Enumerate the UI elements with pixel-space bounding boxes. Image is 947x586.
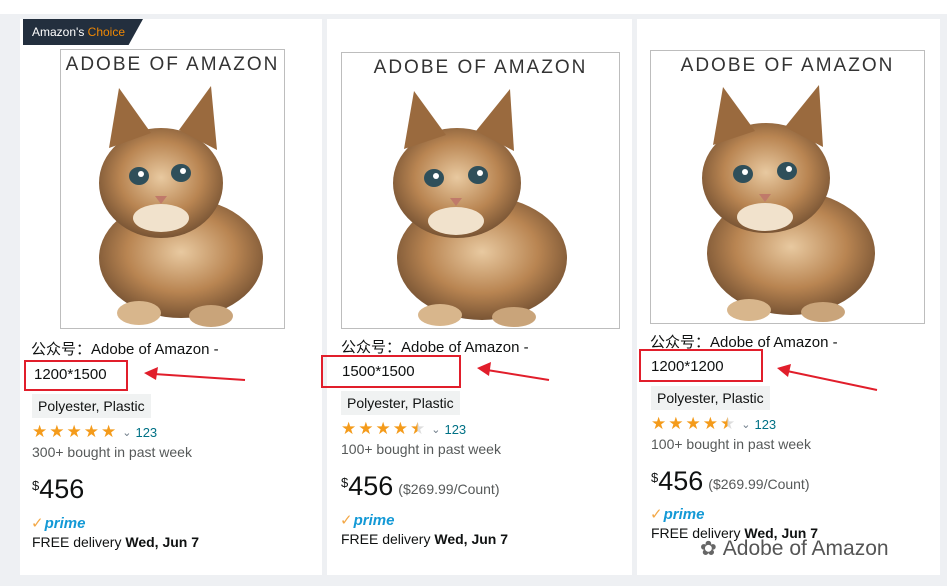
unit-price: ($269.99/Count) <box>398 481 500 497</box>
product-image[interactable]: ADOBE OF AMAZON <box>650 50 925 324</box>
rating-count-link[interactable]: 123 <box>135 425 157 440</box>
star-icon: ★ <box>651 414 667 433</box>
price[interactable]: $ 456 ($269.99/Count) <box>651 466 809 496</box>
image-brand-text: ADOBE OF AMAZON <box>65 54 280 75</box>
material-badge[interactable]: Polyester, Plastic <box>32 394 151 418</box>
price[interactable]: $ 456 <box>32 474 84 504</box>
prime-label: prime <box>353 511 395 529</box>
star-half-icon: ★ <box>410 419 426 438</box>
rating-count-link[interactable]: 123 <box>444 422 466 437</box>
rating-stars[interactable]: ★ ★ ★ ★ ★ ⌄ 123 <box>341 420 466 438</box>
prime-label: prime <box>44 514 86 532</box>
check-icon: ✓ <box>340 512 353 529</box>
prime-badge: ✓ prime <box>31 514 86 533</box>
rating-count-link[interactable]: 123 <box>754 417 776 432</box>
price-amount: 456 <box>39 474 85 504</box>
amazons-choice-badge[interactable]: Amazon's Choice <box>23 19 143 45</box>
star-icon: ★ <box>83 422 99 441</box>
currency-symbol: $ <box>32 478 40 493</box>
image-brand-text: ADOBE OF AMAZON <box>373 57 588 78</box>
chevron-down-icon[interactable]: ⌄ <box>431 423 440 436</box>
bought-text: 100+ bought in past week <box>651 436 811 452</box>
bought-text: 100+ bought in past week <box>341 441 501 457</box>
rating-stars[interactable]: ★ ★ ★ ★ ★ ⌄ 123 <box>651 415 776 433</box>
product-grid: ADOBE OF AMAZON 公众号：Adobe of Amazon - 12… <box>0 0 947 586</box>
delivery-date: Wed, Jun 7 <box>434 531 509 547</box>
product-image[interactable]: ADOBE OF AMAZON <box>60 49 285 329</box>
image-brand-text: ADOBE OF AMAZON <box>680 55 895 76</box>
price-amount: 456 <box>348 471 394 501</box>
delivery-info: FREE delivery Wed, Jun 7 <box>32 534 199 550</box>
price[interactable]: $ 456 ($269.99/Count) <box>341 471 499 501</box>
size-highlight-box <box>639 349 763 382</box>
currency-symbol: $ <box>651 470 659 485</box>
prime-badge: ✓ prime <box>340 511 395 530</box>
delivery-date: Wed, Jun 7 <box>125 534 200 550</box>
product-image[interactable]: ADOBE OF AMAZON <box>341 52 620 329</box>
product-card-1[interactable]: ADOBE OF AMAZON 公众号：Adobe of Amazon - 12… <box>20 19 322 575</box>
material-badge[interactable]: Polyester, Plastic <box>651 386 770 410</box>
delivery-label: FREE delivery <box>32 534 122 550</box>
prime-label: prime <box>663 505 705 523</box>
rating-stars[interactable]: ★ ★ ★ ★ ★ ⌄ 123 <box>32 423 157 441</box>
unit-price: ($269.99/Count) <box>708 476 810 492</box>
star-icon: ★ <box>101 422 117 441</box>
price-amount: 456 <box>658 466 704 496</box>
size-highlight-box <box>24 360 128 391</box>
star-icon: ★ <box>66 422 82 441</box>
star-icon: ★ <box>392 419 408 438</box>
annotation-arrow-icon <box>144 367 246 381</box>
watermark-text: Adobe of Amazon <box>722 536 889 560</box>
star-icon: ★ <box>668 414 684 433</box>
watermark: ✿ Adobe of Amazon <box>700 536 889 561</box>
star-icon: ★ <box>49 422 65 441</box>
star-icon: ★ <box>702 414 718 433</box>
wechat-icon: ✿ <box>700 538 717 560</box>
chevron-down-icon[interactable]: ⌄ <box>741 418 750 431</box>
product-title[interactable]: 公众号：Adobe of Amazon - <box>31 339 219 361</box>
star-icon: ★ <box>375 419 391 438</box>
kitten-image <box>99 86 263 327</box>
star-icon: ★ <box>358 419 374 438</box>
kitten-image <box>702 85 875 322</box>
kitten-image <box>393 89 567 327</box>
size-highlight-box <box>321 355 461 388</box>
check-icon: ✓ <box>31 515 44 532</box>
delivery-info: FREE delivery Wed, Jun 7 <box>341 531 508 547</box>
product-card-3[interactable]: ADOBE OF AMAZON 公众号：Adobe of Amazon - 12… <box>637 19 940 575</box>
star-icon: ★ <box>685 414 701 433</box>
bought-text: 300+ bought in past week <box>32 444 192 460</box>
annotation-arrow-icon <box>477 362 550 381</box>
product-card-2[interactable]: ADOBE OF AMAZON 公众号：Adobe of Amazon - 15… <box>321 19 632 575</box>
chevron-down-icon[interactable]: ⌄ <box>122 426 131 439</box>
currency-symbol: $ <box>341 475 349 490</box>
badge-text-1: Amazon's <box>32 25 85 39</box>
star-half-icon: ★ <box>720 414 736 433</box>
annotation-arrow-icon <box>777 364 878 391</box>
delivery-label: FREE delivery <box>341 531 431 547</box>
check-icon: ✓ <box>650 506 663 523</box>
top-strip <box>0 0 947 14</box>
badge-text-2: Choice <box>87 25 126 39</box>
star-icon: ★ <box>32 422 48 441</box>
material-badge[interactable]: Polyester, Plastic <box>341 391 460 415</box>
prime-badge: ✓ prime <box>650 505 705 524</box>
star-icon: ★ <box>341 419 357 438</box>
